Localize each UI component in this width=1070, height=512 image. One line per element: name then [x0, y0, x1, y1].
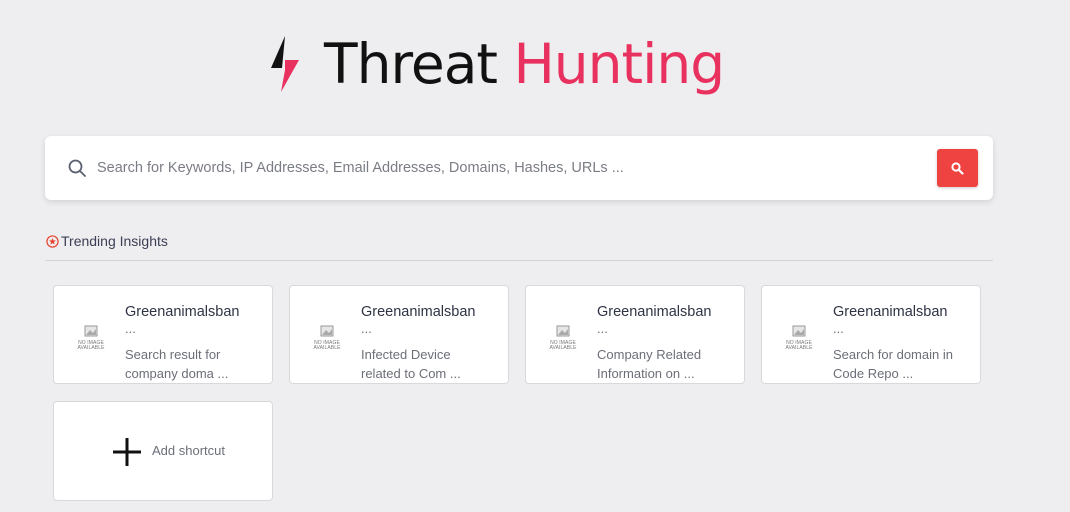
- card-description: Search result for company doma ...: [125, 347, 229, 381]
- plus-icon: [113, 438, 141, 466]
- divider: [45, 260, 993, 261]
- star-circle-icon: [46, 234, 59, 248]
- search-button[interactable]: [937, 149, 978, 187]
- logo-text: Threat Hunting: [324, 36, 725, 92]
- card-title: Greenanimalsban: [833, 304, 948, 320]
- no-image-thumbnail: NO IMAGE AVAILABLE: [548, 324, 578, 360]
- insight-card[interactable]: NO IMAGE AVAILABLE Greenanimalsban ... Se…: [761, 285, 981, 384]
- search-icon: [68, 159, 86, 177]
- no-image-text: NO IMAGE AVAILABLE: [77, 340, 105, 351]
- insight-card[interactable]: NO IMAGE AVAILABLE Greenanimalsban ... Se…: [53, 285, 273, 384]
- card-description: Search for domain in Code Repo ...: [833, 347, 953, 381]
- trending-insights-label: Trending Insights: [61, 233, 168, 249]
- no-image-icon: [84, 325, 98, 337]
- search-icon: [951, 161, 964, 175]
- add-shortcut-label: Add shortcut: [152, 443, 225, 458]
- card-description: Infected Device related to Com ...: [361, 347, 461, 381]
- no-image-text: NO IMAGE AVAILABLE: [785, 340, 813, 351]
- search-input[interactable]: [97, 154, 967, 182]
- search-bar: [45, 136, 993, 200]
- no-image-thumbnail: NO IMAGE AVAILABLE: [784, 324, 814, 360]
- insight-card[interactable]: NO IMAGE AVAILABLE Greenanimalsban ... In…: [289, 285, 509, 384]
- no-image-icon: [320, 325, 334, 337]
- card-description: Company Related Information on ...: [597, 347, 702, 381]
- no-image-thumbnail: NO IMAGE AVAILABLE: [76, 324, 106, 360]
- no-image-thumbnail: NO IMAGE AVAILABLE: [312, 324, 342, 360]
- card-title: Greenanimalsban: [597, 304, 712, 320]
- card-title: Greenanimalsban: [125, 304, 240, 320]
- threat-hunting-page: Threat Hunting Trending Insights: [0, 0, 1070, 512]
- logo-word-hunting: Hunting: [513, 31, 725, 96]
- card-ellipsis: ...: [125, 321, 136, 336]
- card-ellipsis: ...: [597, 321, 608, 336]
- card-title: Greenanimalsban: [361, 304, 476, 320]
- lightning-bolt-icon: [271, 36, 299, 92]
- insight-card[interactable]: NO IMAGE AVAILABLE Greenanimalsban ... Co…: [525, 285, 745, 384]
- no-image-text: NO IMAGE AVAILABLE: [549, 340, 577, 351]
- card-ellipsis: ...: [361, 321, 372, 336]
- no-image-icon: [792, 325, 806, 337]
- card-ellipsis: ...: [833, 321, 844, 336]
- logo: Threat Hunting: [268, 26, 725, 102]
- add-shortcut-button[interactable]: Add shortcut: [53, 401, 273, 501]
- logo-word-threat: Threat: [324, 31, 498, 96]
- trending-insights-header: Trending Insights: [46, 233, 168, 249]
- no-image-text: NO IMAGE AVAILABLE: [313, 340, 341, 351]
- no-image-icon: [556, 325, 570, 337]
